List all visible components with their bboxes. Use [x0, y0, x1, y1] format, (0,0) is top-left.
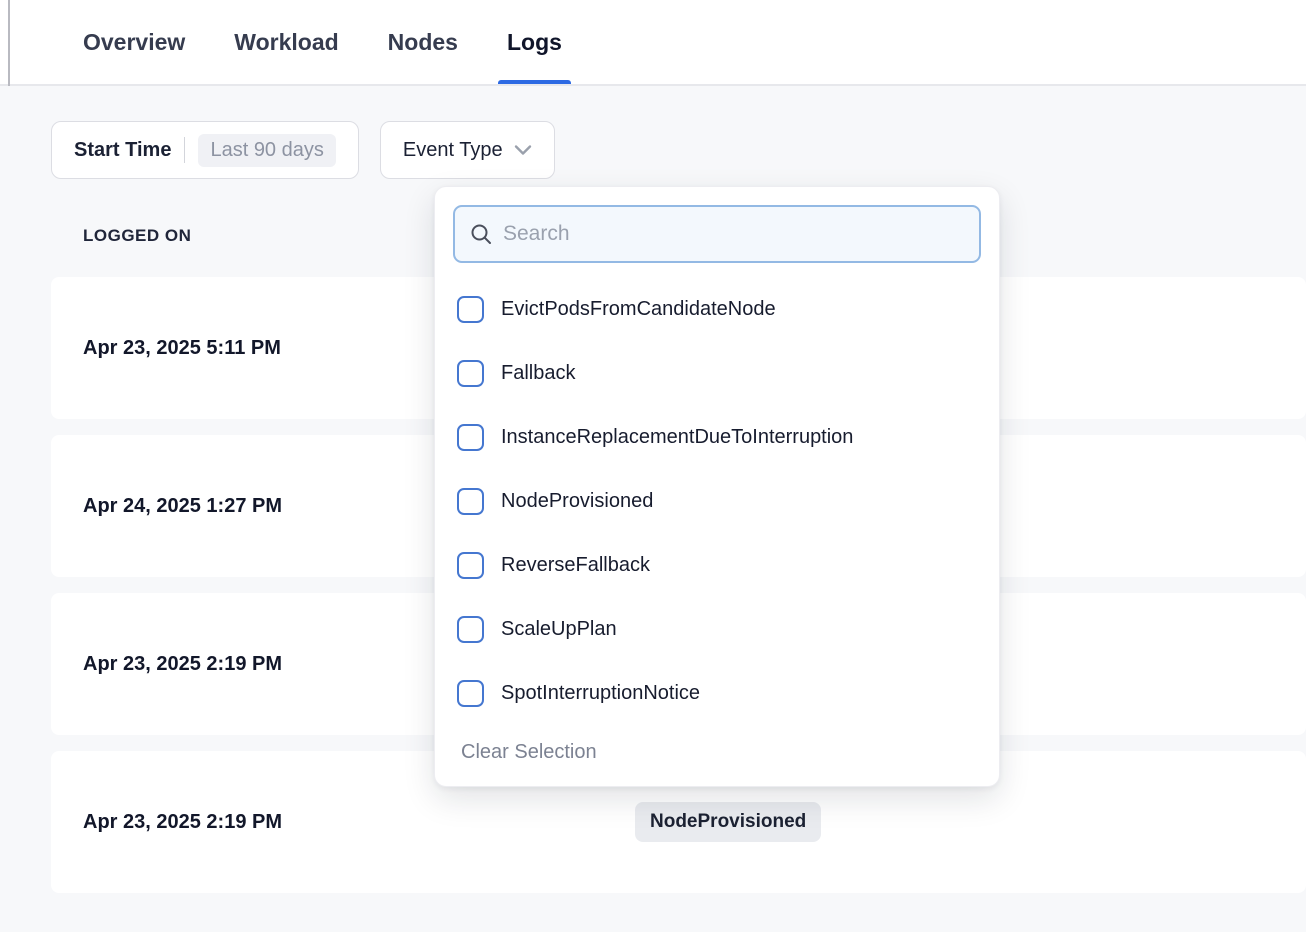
dropdown-search[interactable] [453, 205, 981, 263]
option-instancereplacementduetointerruption[interactable]: InstanceReplacementDueToInterruption [453, 405, 981, 469]
checkbox-unchecked[interactable] [457, 552, 484, 579]
checkbox-unchecked[interactable] [457, 680, 484, 707]
header: Overview Workload Nodes Logs [0, 0, 1306, 86]
event-type-options: EvictPodsFromCandidateNode Fallback Inst… [453, 277, 981, 725]
search-input[interactable] [503, 222, 965, 246]
tab-bar: Overview Workload Nodes Logs [0, 0, 1306, 84]
event-type-filter-button[interactable]: Event Type [380, 121, 555, 179]
option-nodeprovisioned[interactable]: NodeProvisioned [453, 469, 981, 533]
search-icon [469, 222, 493, 246]
option-label: NodeProvisioned [501, 490, 653, 513]
tab-overview[interactable]: Overview [83, 0, 185, 84]
checkbox-unchecked[interactable] [457, 424, 484, 451]
checkbox-unchecked[interactable] [457, 296, 484, 323]
option-fallback[interactable]: Fallback [453, 341, 981, 405]
filter-divider [184, 137, 185, 163]
checkbox-unchecked[interactable] [457, 360, 484, 387]
event-type-badge: NodeProvisioned [635, 802, 821, 842]
start-time-value: Last 90 days [198, 134, 335, 167]
option-label: SpotInterruptionNotice [501, 682, 700, 705]
option-spotinterruptionnotice[interactable]: SpotInterruptionNotice [453, 661, 981, 725]
left-edge-divider [8, 0, 10, 86]
checkbox-unchecked[interactable] [457, 488, 484, 515]
option-label: Fallback [501, 362, 575, 385]
clear-selection-button[interactable]: Clear Selection [453, 741, 597, 764]
event-type-dropdown: EvictPodsFromCandidateNode Fallback Inst… [434, 186, 1000, 787]
start-time-label: Start Time [74, 139, 171, 162]
chevron-down-icon [514, 144, 532, 156]
logged-on-cell: Apr 23, 2025 2:19 PM [83, 811, 603, 834]
option-evictpodsfromcandidatenode[interactable]: EvictPodsFromCandidateNode [453, 277, 981, 341]
option-reversefallback[interactable]: ReverseFallback [453, 533, 981, 597]
tab-workload[interactable]: Workload [234, 0, 338, 84]
option-label: ReverseFallback [501, 554, 650, 577]
tab-logs[interactable]: Logs [507, 0, 562, 84]
event-type-label: Event Type [403, 139, 503, 162]
option-label: InstanceReplacementDueToInterruption [501, 426, 853, 449]
filter-bar: Start Time Last 90 days Event Type [51, 121, 1306, 179]
option-label: EvictPodsFromCandidateNode [501, 298, 776, 321]
option-scaleupplan[interactable]: ScaleUpPlan [453, 597, 981, 661]
tab-nodes[interactable]: Nodes [388, 0, 458, 84]
option-label: ScaleUpPlan [501, 618, 617, 641]
checkbox-unchecked[interactable] [457, 616, 484, 643]
start-time-filter-button[interactable]: Start Time Last 90 days [51, 121, 359, 179]
